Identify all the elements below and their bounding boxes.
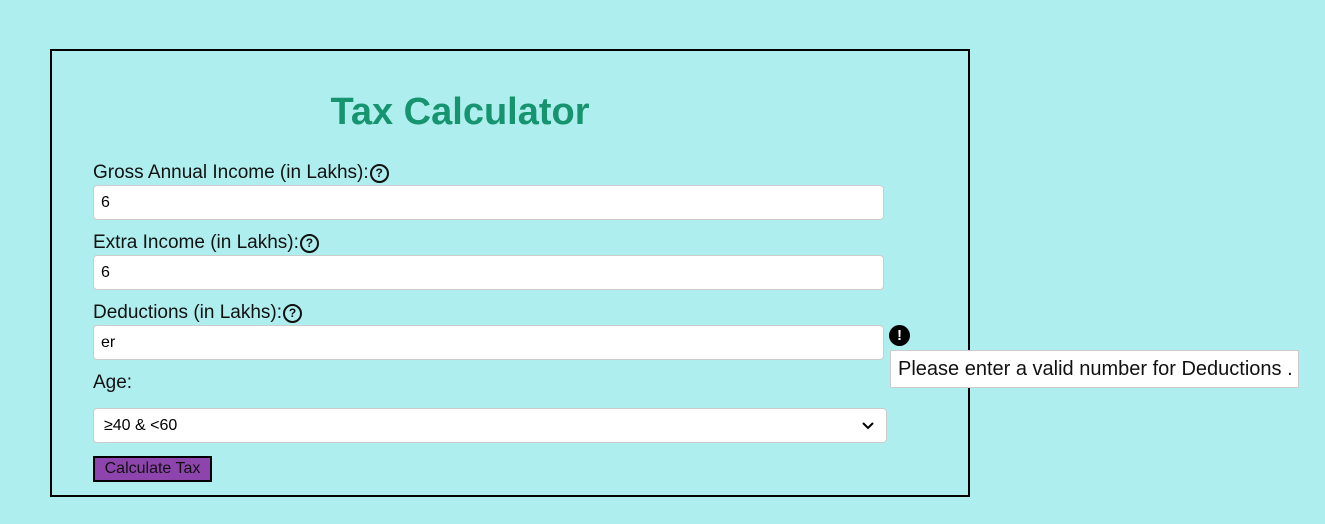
chevron-down-icon xyxy=(860,418,876,434)
deductions-input[interactable] xyxy=(93,325,884,360)
gross-income-label: Gross Annual Income (in Lakhs): ? xyxy=(93,162,389,184)
deductions-help-icon[interactable]: ? xyxy=(283,303,303,323)
extra-income-help-icon[interactable]: ? xyxy=(299,233,319,253)
gross-income-input[interactable] xyxy=(93,185,884,220)
age-label: Age: xyxy=(93,372,132,394)
gross-income-label-text: Gross Annual Income (in Lakhs): xyxy=(93,162,369,183)
deductions-label: Deductions (in Lakhs): ? xyxy=(93,302,303,324)
age-select[interactable]: ≥40 & <60 xyxy=(93,408,887,443)
calculate-tax-button[interactable]: Calculate Tax xyxy=(93,456,212,482)
age-select-value: ≥40 & <60 xyxy=(104,416,178,434)
extra-income-label-text: Extra Income (in Lakhs): xyxy=(93,232,299,253)
extra-income-input[interactable] xyxy=(93,255,884,290)
page-title: Tax Calculator xyxy=(330,91,590,133)
gross-income-help-icon[interactable]: ? xyxy=(369,163,389,183)
age-label-text: Age: xyxy=(93,372,133,393)
deductions-error-tooltip: Please enter a valid number for Deductio… xyxy=(890,350,1299,388)
extra-income-label: Extra Income (in Lakhs): ? xyxy=(93,232,319,254)
exclamation-circle-icon: ! xyxy=(889,325,910,346)
deductions-label-text: Deductions (in Lakhs): xyxy=(93,302,283,323)
